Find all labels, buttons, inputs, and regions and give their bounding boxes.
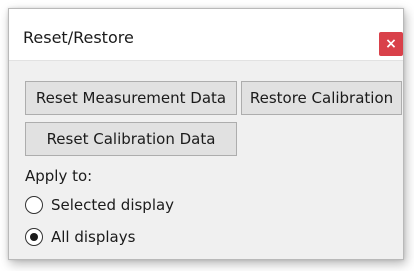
close-icon: × xyxy=(385,36,397,52)
radio-button-unchecked[interactable] xyxy=(25,196,43,214)
close-button[interactable]: × xyxy=(379,32,403,56)
reset-calibration-data-button[interactable]: Reset Calibration Data xyxy=(25,122,237,156)
radio-label-all-displays: All displays xyxy=(51,228,136,246)
restore-calibration-button[interactable]: Restore Calibration xyxy=(241,81,402,115)
apply-to-label: Apply to: xyxy=(25,167,93,185)
radio-label-selected-display: Selected display xyxy=(51,196,175,214)
radio-button-checked[interactable] xyxy=(25,228,43,246)
radio-checked-dot xyxy=(30,233,38,241)
reset-measurement-data-button[interactable]: Reset Measurement Data xyxy=(25,81,237,115)
reset-restore-dialog: Reset/Restore × Reset Measurement Data R… xyxy=(8,8,404,260)
dialog-title: Reset/Restore xyxy=(23,28,134,47)
title-bar: Reset/Restore × xyxy=(9,9,403,59)
dialog-content: Reset Measurement Data Restore Calibrati… xyxy=(9,60,403,259)
